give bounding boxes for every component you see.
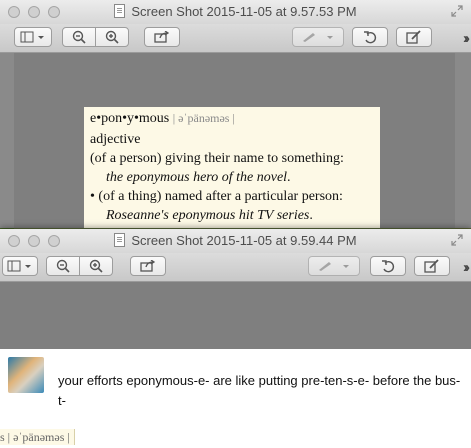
share-button[interactable] xyxy=(130,256,166,276)
titlebar: Screen Shot 2015-11-05 at 9.59.44 PM xyxy=(0,229,471,254)
dictionary-definition-1: (of a person) giving their name to somet… xyxy=(90,151,344,166)
toolbar-overflow-icon[interactable]: ›› xyxy=(463,259,470,276)
image-viewport xyxy=(0,282,471,349)
zoom-in-icon xyxy=(105,30,119,44)
dictionary-definition-2: • (of a thing) named after a particular … xyxy=(90,189,343,204)
avatar[interactable] xyxy=(8,357,44,393)
dictionary-pronunciation-fragment: s | əˈpänəməs | xyxy=(0,429,75,445)
dictionary-popup: e•pon•y•mous | əˈpänəməs | adjective (of… xyxy=(84,107,380,228)
toolbar: ›› xyxy=(0,253,471,282)
document-icon xyxy=(114,4,126,18)
window-title: Screen Shot 2015-11-05 at 9.57.53 PM xyxy=(0,4,471,19)
toolbar: ›› xyxy=(0,24,471,53)
sidebar-view-icon xyxy=(20,31,44,43)
rotate-icon xyxy=(382,260,395,273)
fullscreen-icon[interactable] xyxy=(451,234,463,246)
dictionary-example-1: the eponymous hero of the novel. xyxy=(106,170,291,186)
zoom-in-button[interactable] xyxy=(79,256,113,276)
example-2-text: Roseanne's eponymous hit TV series xyxy=(106,208,310,223)
edit-button[interactable] xyxy=(414,256,450,276)
rotate-button[interactable] xyxy=(370,256,406,276)
view-menu-button[interactable] xyxy=(14,27,52,47)
example-1-end: . xyxy=(287,170,291,185)
zoom-out-icon xyxy=(56,259,70,273)
fullscreen-icon[interactable] xyxy=(451,5,463,17)
edit-button[interactable] xyxy=(396,27,432,47)
share-icon xyxy=(140,260,156,272)
edit-icon xyxy=(424,259,439,273)
dictionary-headword: e•pon•y•mous xyxy=(90,111,170,126)
dictionary-pronunciation: | əˈpänəməs | xyxy=(172,111,235,125)
dictionary-headword-line: e•pon•y•mous | əˈpänəməs | xyxy=(90,111,235,127)
markup-pen-button[interactable] xyxy=(292,27,344,47)
share-icon xyxy=(154,31,170,43)
bottom-strip: s | əˈpänəməs | xyxy=(0,427,471,448)
document-icon xyxy=(114,233,126,247)
toolbar-overflow-icon[interactable]: ›› xyxy=(463,30,470,47)
share-button[interactable] xyxy=(144,27,180,47)
window-title-text: Screen Shot 2015-11-05 at 9.57.53 PM xyxy=(131,4,357,19)
zoom-in-button[interactable] xyxy=(95,27,129,47)
chat-message-row: your efforts eponymous-e- are like putti… xyxy=(0,349,471,427)
chat-message-text: your efforts eponymous-e- are like putti… xyxy=(58,373,461,408)
preview-window-front: Screen Shot 2015-11-05 at 9.59.44 PM ›› xyxy=(0,229,471,349)
example-1-text: the eponymous hero of the novel xyxy=(106,170,288,185)
dictionary-example-2: Roseanne's eponymous hit TV series. xyxy=(106,208,313,224)
titlebar: Screen Shot 2015-11-05 at 9.57.53 PM xyxy=(0,0,471,25)
pen-icon xyxy=(319,262,349,271)
rotate-button[interactable] xyxy=(352,27,388,47)
sidebar-view-icon xyxy=(7,260,31,272)
edit-icon xyxy=(406,30,421,44)
zoom-out-button[interactable] xyxy=(46,256,80,276)
zoom-in-icon xyxy=(89,259,103,273)
pen-icon xyxy=(303,33,333,42)
view-menu-button[interactable] xyxy=(2,256,38,276)
zoom-out-button[interactable] xyxy=(62,27,96,47)
window-title-text: Screen Shot 2015-11-05 at 9.59.44 PM xyxy=(131,233,357,248)
window-title: Screen Shot 2015-11-05 at 9.59.44 PM xyxy=(0,233,471,248)
dictionary-part-of-speech: adjective xyxy=(90,132,141,147)
markup-pen-button[interactable] xyxy=(308,256,360,276)
example-2-end: . xyxy=(309,208,313,223)
zoom-out-icon xyxy=(72,30,86,44)
rotate-icon xyxy=(364,31,377,44)
